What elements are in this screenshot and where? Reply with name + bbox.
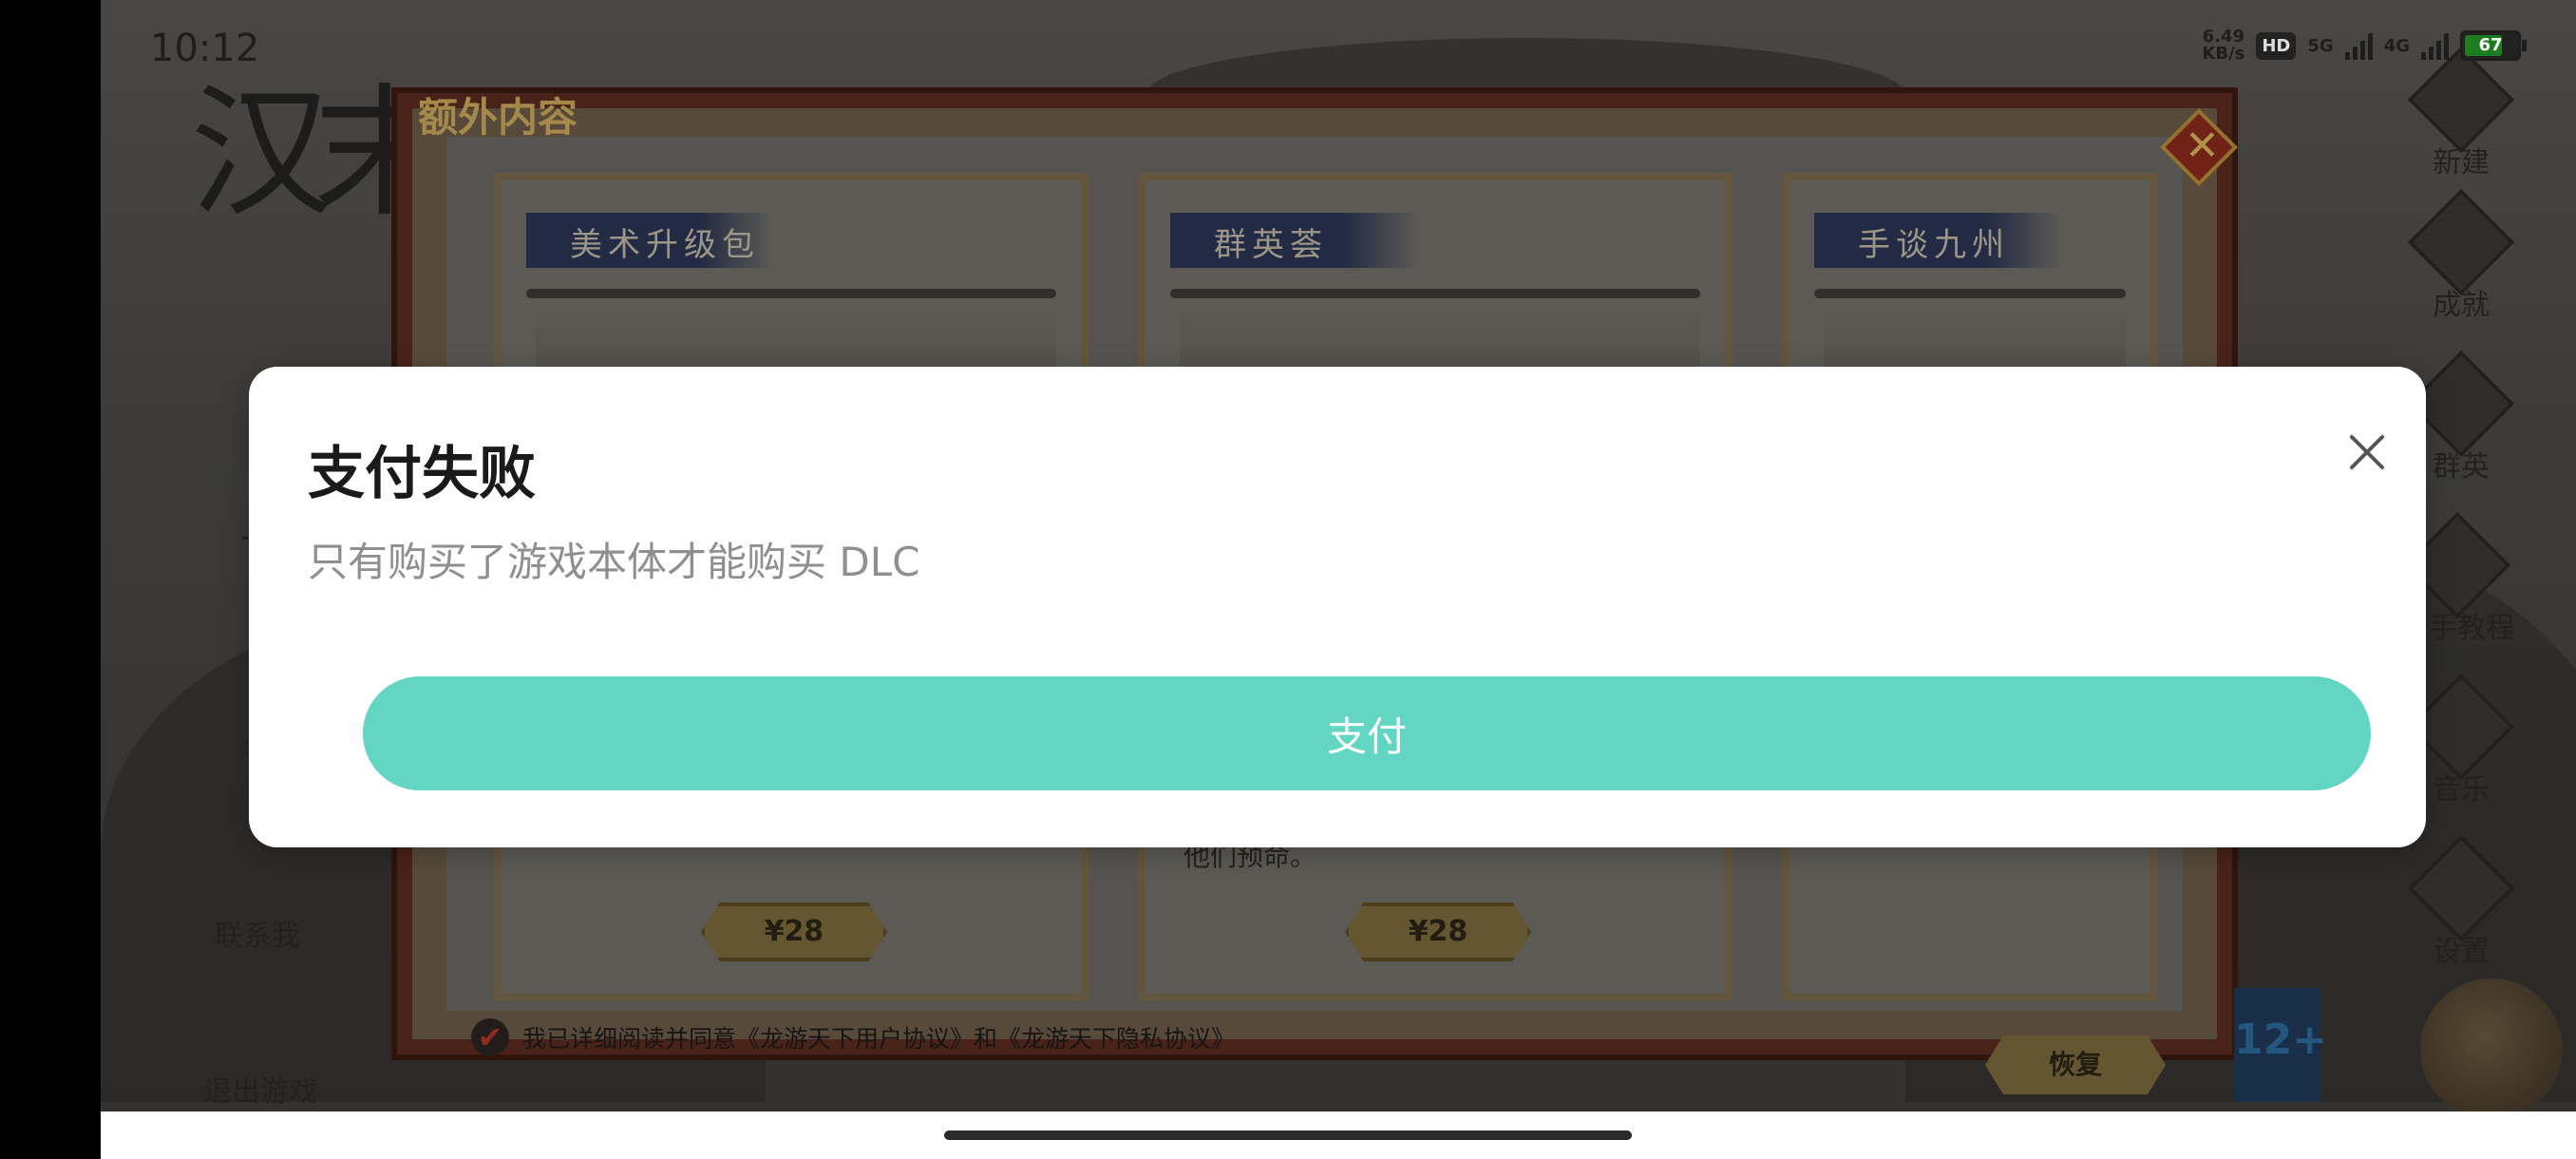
home-indicator[interactable] — [944, 1130, 1632, 1140]
battery-level: 67 — [2478, 35, 2503, 55]
letterbox-left — [0, 0, 101, 1159]
payment-failed-dialog: 支付失败 只有购买了游戏本体才能购买 DLC 支付 — [249, 367, 2426, 847]
close-icon[interactable] — [2329, 414, 2405, 490]
battery-icon: 67 — [2460, 30, 2527, 61]
signal-icon — [2344, 31, 2373, 60]
network-speed-unit: KB/s — [2202, 44, 2245, 64]
network-speed: 6.49 KB/s — [2202, 28, 2245, 63]
status-bar: 10:12 6.49 KB/s HD 5G 4G 67 — [0, 0, 2576, 95]
battery-tip — [2522, 40, 2527, 51]
network-type-5g: 5G — [2307, 35, 2334, 56]
status-icons: 6.49 KB/s HD 5G 4G 67 — [2202, 28, 2527, 63]
dialog-message: 只有购买了游戏本体才能购买 DLC — [308, 539, 920, 585]
hd-icon: HD — [2256, 31, 2297, 60]
network-type-4g: 4G — [2383, 35, 2410, 56]
signal-icon — [2421, 31, 2449, 60]
status-time: 10:12 — [150, 27, 260, 70]
dialog-title: 支付失败 — [308, 441, 536, 507]
pay-button[interactable]: 支付 — [363, 676, 2371, 790]
screen: 汉末 额外内容 ✕ 美术升级包 ¥28 群英荟 他们预命。 ¥28 手谈九州 ✔… — [0, 0, 2576, 1159]
close-icon-svg — [2350, 435, 2384, 469]
